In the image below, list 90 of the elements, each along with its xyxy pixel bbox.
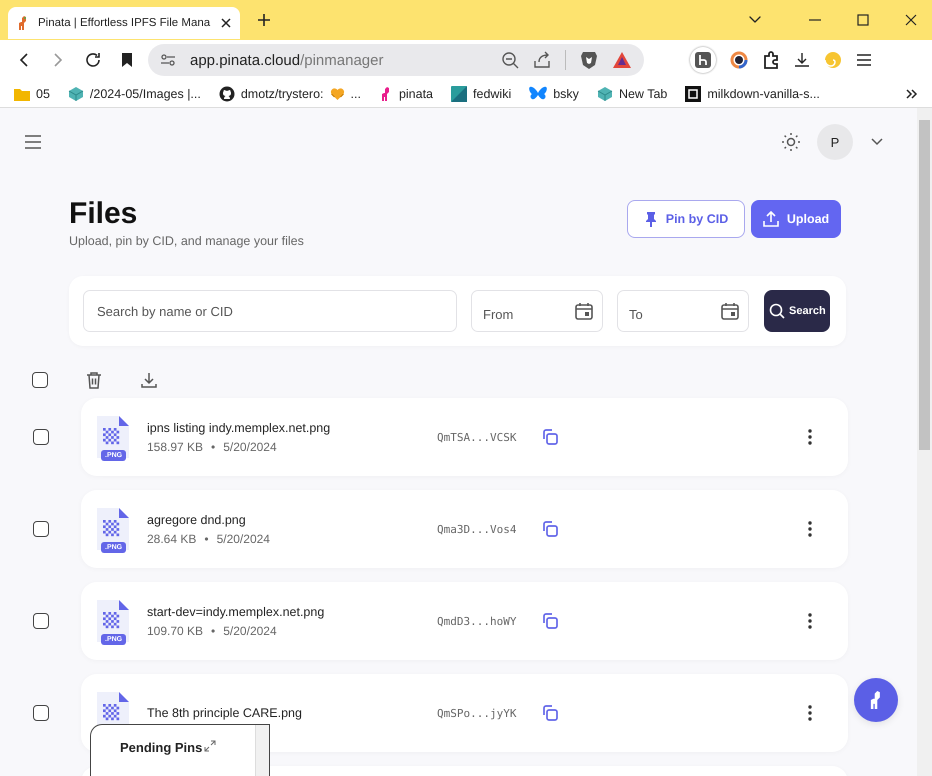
h-icon	[695, 52, 711, 68]
puzzle-icon[interactable]	[762, 51, 780, 69]
file-size: 109.70 KB	[147, 624, 204, 638]
site-settings-icon	[160, 52, 176, 68]
file-date: 5/20/2024	[223, 440, 277, 454]
square-icon	[451, 86, 468, 102]
chevron-down-icon[interactable]	[871, 138, 883, 146]
trash-icon[interactable]	[86, 371, 102, 389]
bookmark[interactable]: 05	[14, 86, 50, 100]
bookmark[interactable]: /2024-05/Images |...	[68, 86, 201, 102]
search-field[interactable]: Search by name or CID	[83, 290, 457, 332]
separator-dot: •	[204, 532, 209, 546]
share-icon[interactable]	[533, 51, 551, 69]
browser-tab[interactable]: Pinata | Effortless IPFS File Mana	[8, 7, 240, 39]
close-icon[interactable]	[220, 17, 232, 29]
calendar-icon	[575, 302, 593, 320]
download-icon[interactable]	[794, 52, 810, 68]
scrollbar[interactable]	[917, 108, 932, 776]
assistant-button[interactable]	[854, 678, 898, 722]
bookmark[interactable]: New Tab	[596, 86, 668, 102]
sun-icon[interactable]	[781, 132, 801, 152]
pin-icon	[644, 211, 658, 227]
cid-text: QmSPo...jyYK	[437, 706, 518, 720]
lion-shield-icon[interactable]	[580, 50, 598, 70]
more-icon[interactable]	[808, 705, 812, 721]
bookmark[interactable]: milkdown-vanilla-s...	[685, 86, 820, 102]
copy-icon[interactable]	[541, 520, 559, 538]
page-subtitle: Upload, pin by CID, and manage your files	[69, 234, 304, 248]
heart-hands-icon	[330, 86, 345, 100]
color-ring-icon[interactable]	[730, 51, 748, 69]
cid-text: QmdD3...hoWY	[437, 614, 518, 628]
checkbox[interactable]	[33, 521, 49, 537]
square-icon	[685, 86, 702, 102]
close-icon[interactable]	[904, 13, 918, 27]
file-name: start-dev=indy.memplex.net.png	[147, 604, 326, 618]
date-field[interactable]: From	[471, 290, 603, 332]
bookmark-icon[interactable]	[120, 52, 134, 68]
scrollbar[interactable]	[255, 725, 269, 776]
reload-icon[interactable]	[84, 51, 102, 69]
more-icon[interactable]	[808, 613, 812, 629]
file-date: 5/20/2024	[216, 532, 270, 546]
panel-title: Pending Pins	[120, 740, 202, 755]
page-title: Files	[69, 196, 138, 232]
separator-dot: •	[211, 624, 216, 638]
copy-icon[interactable]	[541, 704, 559, 722]
file-name: agregore dnd.png	[147, 512, 247, 526]
file-date: 5/20/2024	[223, 624, 277, 638]
search-button[interactable]: Search	[764, 290, 830, 332]
upload-button[interactable]: Upload	[751, 200, 841, 238]
maximize-icon[interactable]	[856, 13, 870, 27]
date-field[interactable]: To	[617, 290, 749, 332]
menu-icon[interactable]	[24, 135, 42, 149]
upload-icon	[762, 211, 779, 227]
copy-icon[interactable]	[541, 428, 559, 446]
menu-icon[interactable]	[856, 53, 872, 67]
bookmark[interactable]: dmotz/trystero: ...	[218, 86, 361, 102]
file-size: 28.64 KB	[147, 532, 196, 546]
more-bookmarks-icon[interactable]	[906, 88, 918, 98]
file-size: 158.97 KB	[147, 440, 204, 454]
cid-text: Qma3D...Vos4	[437, 522, 518, 536]
address-bar[interactable]: app.pinata.cloud/pinmanager	[148, 44, 644, 76]
checkbox[interactable]	[33, 705, 49, 721]
avatar[interactable]: P	[817, 124, 853, 160]
zoom-out-icon[interactable]	[501, 51, 519, 69]
triangle-icon[interactable]	[612, 51, 632, 69]
copy-icon[interactable]	[541, 612, 559, 630]
file-name: The 8th principle CARE.png	[147, 706, 303, 720]
checkbox[interactable]	[32, 372, 48, 388]
bookmark[interactable]: pinata	[378, 86, 434, 102]
butterfly-icon	[529, 86, 548, 102]
checkbox[interactable]	[33, 613, 49, 629]
file-name: ipns listing indy.memplex.net.png	[147, 420, 332, 434]
cube-icon	[68, 86, 84, 102]
bookmark[interactable]: bsky	[529, 86, 579, 102]
download-icon[interactable]	[140, 371, 158, 389]
checkbox[interactable]	[33, 429, 49, 445]
bookmark[interactable]: fedwiki	[451, 86, 512, 102]
expand-icon[interactable]	[204, 740, 216, 752]
more-icon[interactable]	[808, 429, 812, 445]
more-icon[interactable]	[808, 521, 812, 537]
calendar-icon	[721, 302, 739, 320]
pin-button[interactable]: Pin by CID	[627, 200, 745, 238]
new-tab-icon[interactable]	[256, 12, 272, 28]
extension-button[interactable]	[690, 47, 716, 73]
cube-icon	[596, 86, 613, 102]
github-icon	[218, 86, 235, 102]
cid-text: QmTSA...VCSK	[437, 430, 518, 444]
search-icon	[769, 303, 785, 319]
folder-icon	[14, 86, 30, 100]
separator-dot: •	[211, 440, 216, 454]
